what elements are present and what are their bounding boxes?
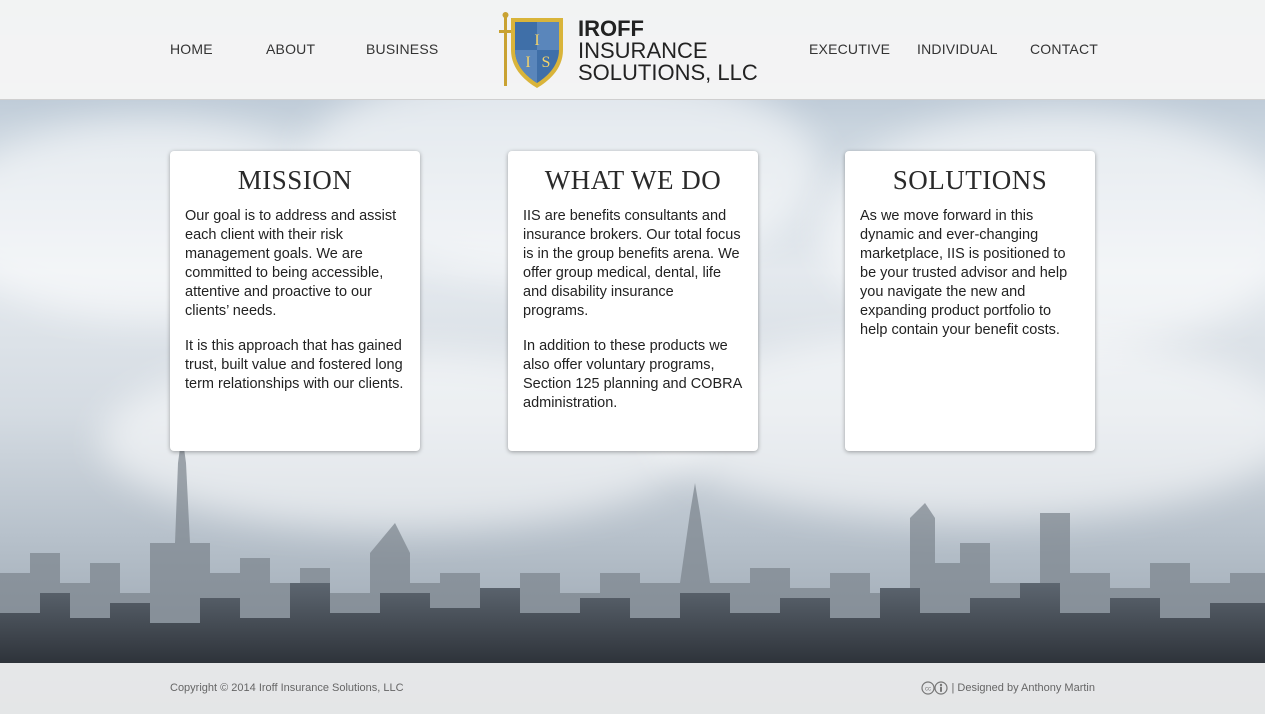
svg-text:S: S	[542, 54, 551, 71]
what-we-do-card: WHAT WE DO IIS are benefits consultants …	[508, 151, 758, 451]
nav-contact-link[interactable]: CONTACT	[1030, 41, 1098, 57]
logo-line-1: IROFF	[578, 16, 644, 41]
nav-executive-link[interactable]: EXECUTIVE	[809, 41, 890, 57]
designed-by-text: | Designed by Anthony Martin	[951, 682, 1096, 694]
solutions-title: SOLUTIONS	[892, 165, 1048, 195]
what-we-do-paragraph-1: IIS are benefits consultants and insuran…	[523, 208, 741, 319]
site-logo[interactable]: I I S IROFF INSURANCE SOLUTIONS, LLC	[497, 10, 767, 90]
copyright-text: Copyright © 2014 Iroff Insurance Solutio…	[170, 682, 404, 694]
solutions-paragraph-1: As we move forward in this dynamic and e…	[860, 208, 1068, 338]
nav-business-link[interactable]: BUSINESS	[366, 41, 438, 57]
site-header: HOME ABOUT BUSINESS I I S IROFF INSURANC…	[0, 0, 1265, 100]
mission-paragraph-2: It is this approach that has gained trus…	[185, 338, 404, 392]
mission-paragraph-1: Our goal is to address and assist each c…	[185, 208, 397, 319]
logo-line-2: INSURANCE	[578, 38, 708, 63]
site-footer: Copyright © 2014 Iroff Insurance Solutio…	[0, 663, 1265, 714]
mission-card: MISSION Our goal is to address and assis…	[170, 151, 420, 451]
svg-text:cc: cc	[925, 687, 931, 693]
solutions-card: SOLUTIONS As we move forward in this dyn…	[845, 151, 1095, 451]
creative-commons-icon[interactable]: cc	[920, 681, 949, 695]
what-we-do-paragraph-2: In addition to these products we also of…	[523, 338, 742, 411]
nav-about-link[interactable]: ABOUT	[266, 41, 315, 57]
shield-with-sword-icon: I I S	[499, 12, 563, 88]
nav-home-link[interactable]: HOME	[170, 41, 213, 57]
footer-credits: cc | Designed by Anthony Martin	[920, 681, 1096, 695]
svg-text:I: I	[525, 54, 530, 71]
logo-wordmark: IROFF INSURANCE SOLUTIONS, LLC	[578, 18, 758, 84]
mission-title: MISSION	[237, 165, 353, 195]
svg-text:I: I	[534, 32, 539, 49]
nav-individual-link[interactable]: INDIVIDUAL	[917, 41, 998, 57]
logo-line-3: SOLUTIONS, LLC	[578, 60, 758, 85]
what-we-do-title: WHAT WE DO	[544, 165, 722, 195]
